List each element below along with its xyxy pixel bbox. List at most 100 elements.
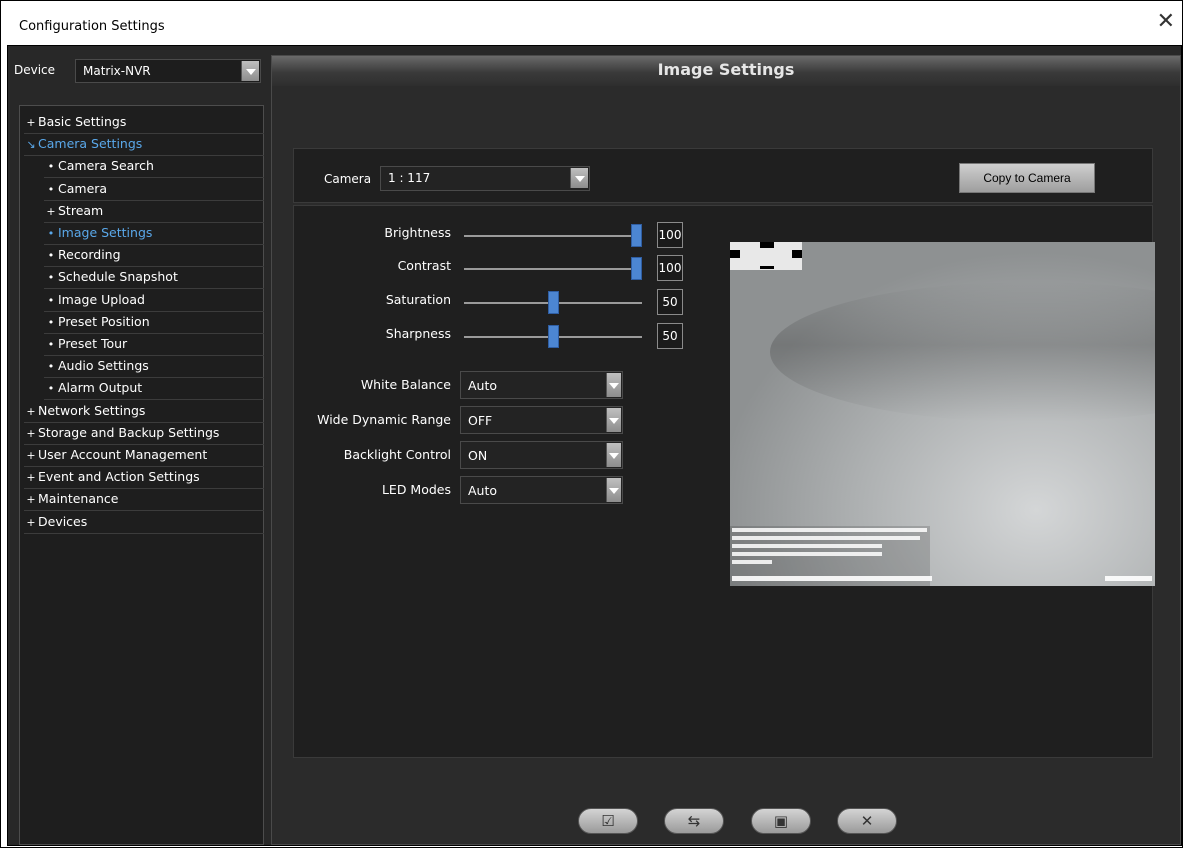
tree-item-schedule-snapshot[interactable]: • Schedule Snapshot: [44, 267, 264, 290]
device-select[interactable]: Matrix-NVR: [75, 59, 261, 83]
camera-preview-image: [730, 242, 1155, 586]
chevron-down-icon[interactable]: [606, 478, 621, 502]
brightness-slider-handle[interactable]: [631, 224, 642, 247]
tree-item-label: Camera: [58, 180, 108, 196]
tree-item-basic-settings[interactable]: + Basic Settings: [24, 112, 264, 134]
sharpness-value[interactable]: 50: [657, 323, 683, 349]
bullet-icon: •: [47, 271, 55, 285]
save-button[interactable]: ▣: [751, 808, 811, 834]
bullet-icon: •: [47, 293, 55, 307]
refresh-button[interactable]: ⇆: [664, 808, 724, 834]
led-modes-label: LED Modes: [381, 482, 451, 497]
camera-label: Camera: [324, 172, 372, 186]
image-settings-panel: Image Settings Camera 1 : 117 Copy to Ca…: [271, 55, 1181, 845]
bullet-icon: •: [47, 160, 55, 174]
refresh-icon: ⇆: [687, 812, 701, 830]
tree-item-label: Alarm Output: [58, 380, 143, 396]
tree-item-network-settings[interactable]: + Network Settings: [24, 401, 264, 423]
white-balance-select[interactable]: Auto: [460, 371, 623, 399]
bullet-icon: •: [47, 249, 55, 263]
expand-icon: +: [26, 449, 36, 462]
apply-button[interactable]: ☑: [578, 808, 638, 834]
saturation-slider-handle[interactable]: [547, 291, 559, 314]
tree-item-label: Image Upload: [58, 291, 145, 307]
white-balance-label: White Balance: [360, 377, 451, 392]
tree-item-label: Camera Settings: [38, 136, 143, 152]
contrast-value[interactable]: 100: [657, 255, 683, 281]
backlight-control-select[interactable]: ON: [460, 441, 623, 469]
brightness-slider[interactable]: [464, 235, 642, 237]
tree-item-label: Camera Search: [58, 158, 154, 174]
tree-item-label: Storage and Backup Settings: [38, 424, 220, 440]
tree-item-audio-settings[interactable]: • Audio Settings: [44, 356, 264, 379]
wide-dynamic-range-value: OFF: [468, 413, 493, 428]
tree-item-label: Maintenance: [38, 491, 119, 507]
backlight-control-label: Backlight Control: [343, 447, 451, 462]
expand-icon: +: [26, 493, 36, 507]
tree-item-preset-position[interactable]: • Preset Position: [44, 312, 264, 334]
tree-item-label: Basic Settings: [38, 114, 127, 129]
tree-item-camera-search[interactable]: • Camera Search: [44, 156, 264, 179]
chevron-down-icon[interactable]: [570, 168, 588, 188]
cancel-button[interactable]: ✕: [837, 808, 897, 834]
wide-dynamic-range-label: Wide Dynamic Range: [317, 412, 451, 427]
tree-item-label: Stream: [58, 202, 104, 218]
bullet-icon: •: [47, 338, 55, 351]
tree-item-image-upload[interactable]: • Image Upload: [44, 290, 264, 312]
camera-preview: [730, 242, 1155, 586]
saturation-label: Saturation: [385, 292, 451, 307]
chevron-down-icon[interactable]: [241, 61, 259, 81]
tree-item-camera-settings[interactable]: ↘ Camera Settings: [24, 134, 264, 157]
tree-item-label: User Account Management: [38, 447, 208, 462]
chevron-down-icon[interactable]: [606, 408, 621, 432]
sharpness-slider-handle[interactable]: [547, 325, 559, 348]
close-icon: ✕: [860, 812, 874, 830]
contrast-slider[interactable]: [464, 268, 642, 270]
brightness-label: Brightness: [384, 225, 451, 240]
chevron-down-icon[interactable]: [606, 443, 621, 467]
tree-item-camera[interactable]: • Camera: [44, 179, 264, 201]
image-settings-form: Brightness 100 Contrast 100 Saturation 50 Shar…: [293, 205, 1155, 758]
tree-item-preset-tour[interactable]: • Preset Tour: [44, 334, 264, 356]
expand-icon: +: [26, 404, 36, 418]
sharpness-label: Sharpness: [385, 326, 451, 341]
contrast-slider-handle[interactable]: [631, 257, 642, 280]
expand-icon: +: [26, 426, 36, 440]
collapse-icon: ↘: [26, 138, 36, 152]
led-modes-value: Auto: [468, 483, 498, 498]
wide-dynamic-range-select[interactable]: OFF: [460, 406, 623, 434]
tree-item-stream[interactable]: + Stream: [44, 201, 264, 223]
tree-item-maintenance[interactable]: + Maintenance: [24, 489, 264, 512]
bullet-icon: •: [47, 227, 55, 240]
bullet-icon: •: [47, 315, 55, 329]
camera-select[interactable]: 1 : 117: [380, 166, 590, 191]
brightness-value[interactable]: 100: [657, 222, 683, 248]
saturation-value[interactable]: 50: [657, 289, 683, 315]
config-window: Configuration Settings ✕ Device Matrix-N…: [0, 0, 1183, 848]
copy-to-camera-button[interactable]: Copy to Camera: [959, 163, 1095, 193]
tree-item-label: Preset Position: [58, 313, 150, 329]
tree-item-label: Audio Settings: [58, 358, 149, 374]
panel-title: Image Settings: [272, 56, 1180, 86]
tree-item-user-account-management[interactable]: + User Account Management: [24, 445, 264, 467]
tree-item-label: Recording: [58, 247, 121, 263]
tree-item-storage-and-backup-settings[interactable]: + Storage and Backup Settings: [24, 423, 264, 445]
led-modes-select[interactable]: Auto: [460, 476, 623, 504]
window-title: Configuration Settings: [19, 19, 165, 34]
backlight-control-value: ON: [468, 448, 488, 463]
chevron-down-icon[interactable]: [606, 373, 621, 397]
bullet-icon: •: [47, 360, 55, 374]
tree-item-alarm-output[interactable]: • Alarm Output: [44, 378, 264, 401]
bullet-icon: •: [47, 182, 55, 196]
bullet-icon: •: [47, 382, 55, 396]
tree-item-image-settings[interactable]: • Image Settings: [44, 223, 264, 245]
contrast-label: Contrast: [397, 258, 451, 273]
close-icon[interactable]: ✕: [1157, 11, 1175, 33]
tree-item-label: Preset Tour: [58, 336, 128, 351]
tree-item-label: Schedule Snapshot: [58, 269, 178, 285]
expand-icon: +: [26, 471, 36, 485]
tree-item-recording[interactable]: • Recording: [44, 245, 264, 268]
expand-icon: +: [26, 515, 36, 529]
tree-item-event-and-action-settings[interactable]: + Event and Action Settings: [24, 467, 264, 490]
tree-item-devices[interactable]: + Devices: [24, 512, 264, 534]
